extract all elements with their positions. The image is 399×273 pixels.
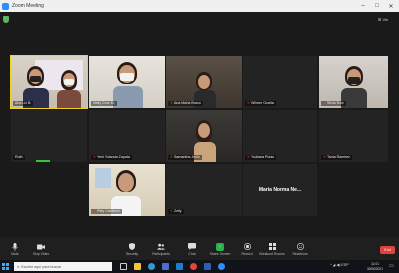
video-tile-p4[interactable]: ✕Wilmer Ocaña [243,56,317,108]
participant-name: Ana Liz B. [13,101,34,106]
video-tile-p2[interactable]: Nelly Cruz M. [89,56,165,108]
stop-video-button[interactable]: Stop Video [30,238,52,260]
chrome-icon[interactable] [190,263,197,270]
audio-level-indicator [36,160,50,162]
participants-button[interactable]: Participants [148,238,174,260]
system-tray[interactable]: ^ ◢ ◀) ESP [330,263,349,267]
participant-name: ✕Paty Calderon [91,209,122,214]
participant-name: Ruth [13,155,25,160]
muted-mic-icon: ✕ [323,155,327,159]
video-camera-icon [37,243,45,251]
store-icon[interactable] [162,263,169,270]
muted-mic-icon: ✕ [93,209,97,213]
share-screen-icon: ↑ [216,242,224,251]
notification-icon[interactable]: ▭ [389,263,396,270]
video-tile-p9[interactable]: ✕Yudiana Pulas [243,110,317,162]
participant-name: Nelly Cruz M. [91,101,117,106]
video-tile-p7[interactable]: ✕Yeni Yolanda Zapata [89,110,165,162]
encryption-shield-icon[interactable] [3,16,9,23]
muted-mic-icon: ✕ [323,101,327,105]
video-tile-p11[interactable]: ✕Paty Calderon [89,164,165,216]
shield-icon [128,243,136,251]
record-icon [243,243,251,251]
participant-name: ✕Tania Ramirez [321,155,352,160]
search-icon: ⌕ [17,264,20,269]
taskbar-search-input[interactable]: ⌕ Escribe aquí para buscar [14,262,112,271]
edge-browser-icon[interactable] [148,263,155,270]
clock-date: 30/06/2021 [367,266,383,271]
muted-mic-icon: ✕ [170,155,174,159]
task-view-icon[interactable] [120,263,127,270]
people-icon [157,243,165,251]
video-tile-p3[interactable]: ✕Ana Maria Bravo [166,56,242,108]
mute-button[interactable]: Mute [6,238,24,260]
record-button[interactable]: Record [238,238,256,260]
muted-mic-icon: ✕ [170,101,174,105]
video-tile-p10[interactable]: ✕Tania Ramirez [319,110,388,162]
wall-poster [95,168,111,188]
meeting-controls-bar: Mute Stop Video Security Participants Ch… [0,238,399,260]
breakout-rooms-icon [268,243,276,251]
word-icon[interactable] [204,263,211,270]
participant-name: ✕Yudiana Pulas [245,155,276,160]
taskbar-clock[interactable]: 11:01 30/06/2021 [364,262,386,271]
muted-mic-icon: ✕ [247,101,251,105]
close-button[interactable]: ✕ [384,0,398,12]
video-tile-p12[interactable]: ✕Zelly [166,164,242,216]
participant-name: ✕Zelly [168,209,184,214]
video-tile-p1[interactable]: Ana Liz B. [10,55,88,109]
microphone-icon [11,242,19,251]
windows-taskbar: ⌕ Escribe aquí para buscar ^ ◢ ◀) ESP 11… [0,260,399,273]
zoom-taskbar-icon[interactable] [218,263,225,270]
reactions-button[interactable]: Reactions [289,238,311,260]
video-tile-p5[interactable]: ✕Silvia Ruiz [319,56,388,108]
chat-bubble-icon [188,243,196,251]
muted-mic-icon: ✕ [93,155,97,159]
participant-name: ✕Ana Maria Bravo [168,101,203,106]
maximize-button[interactable]: □ [370,0,384,12]
window-title: Zoom Meeting [12,3,44,9]
participant-name: ✕Wilmer Ocaña [245,101,276,106]
share-screen-button[interactable]: ↑ Share Screen [206,238,234,260]
breakout-rooms-button[interactable]: Breakout Rooms [258,238,286,260]
chat-button[interactable]: Chat [184,238,200,260]
end-meeting-button[interactable]: End [380,246,395,254]
file-explorer-icon[interactable] [134,263,141,270]
participant-name: ✕Silvia Ruiz [321,101,346,106]
participant-name-centered: Maria Norma Ne... [258,187,302,193]
muted-mic-icon: ✕ [170,209,174,213]
participant-name: ✕Yeni Yolanda Zapata [91,155,132,160]
video-tile-p8[interactable]: ✕Samantha Jeniz [166,110,242,162]
video-tile-p6[interactable]: Ruth [11,110,87,162]
zoom-app-icon [2,2,9,10]
mail-icon[interactable] [176,263,183,270]
participant-name: ✕Samantha Jeniz [168,155,202,160]
minimize-button[interactable]: – [356,0,370,12]
window-title-bar: Zoom Meeting – □ ✕ [0,0,399,12]
view-toggle-button[interactable]: ⊞ Vie [378,17,388,22]
muted-mic-icon: ✕ [247,155,251,159]
security-button[interactable]: Security [122,238,142,260]
smiley-icon [296,243,304,251]
windows-start-icon[interactable] [2,263,9,270]
video-tile-p13[interactable]: Maria Norma Ne... [243,164,317,216]
